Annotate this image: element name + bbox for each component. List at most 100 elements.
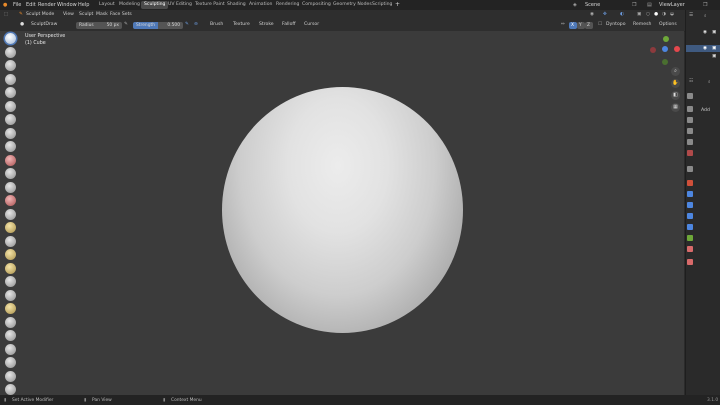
draw-tool-icon[interactable]: [5, 33, 16, 44]
inflate-tool-icon[interactable]: [5, 114, 16, 125]
mode-dropdown[interactable]: Sculpt Mode: [26, 12, 54, 17]
radius-field[interactable]: Radius 50 px: [76, 22, 122, 29]
blob-tool-icon[interactable]: [5, 127, 16, 139]
tab-scripting[interactable]: Scripting: [369, 1, 395, 9]
object-tab-icon[interactable]: [687, 180, 693, 186]
menu-sculpt[interactable]: Sculpt: [79, 12, 93, 17]
add-modifier-dropdown[interactable]: Add: [701, 108, 710, 113]
menu-edit[interactable]: Edit: [26, 2, 36, 8]
filter-icon[interactable]: ⌕: [704, 13, 707, 19]
crease-tool-icon[interactable]: [5, 141, 16, 152]
tool-name[interactable]: SculptDraw: [31, 22, 57, 27]
blender-logo-icon[interactable]: ●: [3, 2, 7, 8]
3d-viewport[interactable]: User Perspective (1) Cube: [0, 31, 684, 395]
direction-icon[interactable]: ⊖: [194, 22, 198, 27]
add-workspace-icon[interactable]: +: [395, 1, 400, 8]
slide-relax-tool-icon[interactable]: [5, 330, 16, 341]
gizmo-toggle-icon[interactable]: ✥: [603, 12, 607, 17]
tab-texture-paint[interactable]: Texture Paint: [192, 1, 228, 9]
rotate-tool-icon[interactable]: [5, 316, 16, 328]
tab-uv-editing[interactable]: UV Editing: [165, 1, 195, 9]
overlay-toggle-icon[interactable]: ◐: [620, 12, 624, 17]
scene-tab-icon[interactable]: [687, 139, 693, 145]
strength-pressure-icon[interactable]: ✎: [185, 22, 189, 27]
texture-tab-icon[interactable]: [687, 259, 693, 265]
mirror-x-toggle[interactable]: X: [569, 22, 577, 29]
world-tab-icon[interactable]: [687, 150, 693, 156]
physics-tab-icon[interactable]: [687, 213, 693, 219]
brush-dropdown[interactable]: Brush: [210, 22, 223, 27]
mask-tool-icon[interactable]: [5, 370, 16, 382]
view-object-types-icon[interactable]: ◉: [590, 12, 594, 17]
menu-file[interactable]: File: [13, 2, 21, 8]
gizmo-z-axis[interactable]: [662, 46, 668, 52]
fill-tool-icon[interactable]: [5, 181, 16, 193]
clay-tool-icon[interactable]: [5, 60, 16, 71]
tab-animation[interactable]: Animation: [246, 1, 275, 9]
material-tab-icon[interactable]: [687, 246, 693, 252]
boundary-tool-icon[interactable]: [5, 343, 16, 355]
modifier-wrench-icon[interactable]: [687, 191, 693, 197]
gizmo-neg-y-axis[interactable]: [662, 59, 668, 65]
tab-modeling[interactable]: Modeling: [116, 1, 143, 9]
draw-sharp-tool-icon[interactable]: [5, 46, 16, 58]
menu-face-sets[interactable]: Face Sets: [110, 12, 132, 17]
menu-render[interactable]: Render: [38, 2, 56, 8]
editor-type-icon[interactable]: ⬚: [4, 12, 8, 17]
view-layer-tab-icon[interactable]: [687, 128, 693, 134]
clay-strips-tool-icon[interactable]: [5, 73, 16, 85]
tool-tab-icon[interactable]: [687, 93, 693, 99]
dyntopo-checkbox-icon[interactable]: ☐: [598, 22, 602, 27]
gizmo-y-axis[interactable]: [663, 36, 669, 42]
cursor-dropdown[interactable]: Cursor: [304, 22, 319, 27]
camera-restrict-icon[interactable]: ▣: [712, 30, 716, 35]
options-dropdown[interactable]: Options: [659, 22, 677, 27]
solid-shading-icon[interactable]: ●: [654, 12, 658, 17]
falloff-dropdown[interactable]: Falloff: [282, 22, 296, 27]
remesh-dropdown[interactable]: Remesh: [633, 22, 651, 27]
gizmo-neg-x-axis[interactable]: [650, 47, 656, 53]
material-shading-icon[interactable]: ◑: [662, 12, 666, 17]
smooth-tool-icon[interactable]: [5, 154, 16, 166]
layer-tool-icon[interactable]: [5, 100, 16, 112]
output-tab-icon[interactable]: [687, 117, 693, 123]
menu-help[interactable]: Help: [78, 2, 89, 8]
data-tab-icon[interactable]: [687, 235, 693, 241]
menu-view[interactable]: View: [63, 12, 74, 17]
visibility-eye-icon[interactable]: ◉: [703, 46, 707, 51]
xray-toggle-icon[interactable]: ▣: [637, 12, 641, 17]
elastic-deform-tool-icon[interactable]: [5, 249, 16, 260]
rendered-shading-icon[interactable]: ◒: [670, 12, 674, 17]
menu-mask[interactable]: Mask: [96, 12, 108, 17]
pose-tool-icon[interactable]: [5, 289, 16, 301]
strength-field[interactable]: Strength 0.500: [133, 22, 183, 29]
wireframe-shading-icon[interactable]: ○: [646, 12, 650, 17]
zoom-icon[interactable]: ⌕: [671, 67, 680, 76]
tab-shading[interactable]: Shading: [224, 1, 249, 9]
view-layer-copy-icon[interactable]: ❐: [703, 2, 707, 8]
multiplane-scrape-tool-icon[interactable]: [5, 208, 16, 220]
camera-view-icon[interactable]: ◧: [671, 91, 680, 100]
outliner-editor-icon[interactable]: ☰: [689, 13, 693, 18]
view-layer-name[interactable]: ViewLayer: [659, 2, 685, 8]
collection-tab-icon[interactable]: [687, 166, 693, 172]
dyntopo-dropdown[interactable]: Dyntopo: [606, 22, 626, 27]
camera-restrict-icon[interactable]: ▣: [712, 54, 716, 59]
stroke-dropdown[interactable]: Stroke: [259, 22, 274, 27]
properties-editor-icon[interactable]: ☷: [689, 79, 693, 84]
scene-name[interactable]: Scene: [585, 2, 600, 8]
pinch-tool-icon[interactable]: [5, 222, 16, 233]
render-tab-icon[interactable]: [687, 106, 693, 112]
ortho-grid-icon[interactable]: ▦: [671, 103, 680, 112]
tab-compositing[interactable]: Compositing: [299, 1, 334, 9]
tab-layout[interactable]: Layout: [96, 1, 118, 9]
snake-hook-tool-icon[interactable]: [5, 262, 16, 274]
mirror-y-toggle[interactable]: Y: [577, 22, 585, 29]
sculpt-sphere[interactable]: [222, 87, 463, 333]
thumb-tool-icon[interactable]: [5, 276, 16, 287]
texture-dropdown[interactable]: Texture: [233, 22, 250, 27]
pan-hand-icon[interactable]: ✋: [671, 79, 680, 88]
menu-window[interactable]: Window: [57, 2, 77, 8]
radius-pressure-icon[interactable]: ✎: [124, 22, 128, 27]
cloth-tool-icon[interactable]: [5, 357, 16, 368]
